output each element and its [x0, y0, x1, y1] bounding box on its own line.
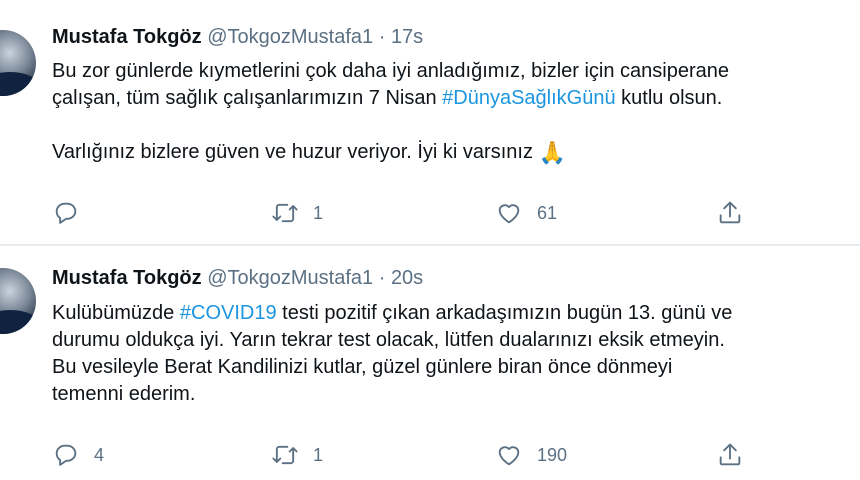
tweet-text: Bu zor günlerde kıymetlerini çok daha iy… — [52, 58, 860, 166]
hashtag-link[interactable]: #DünyaSağlıkGünü — [442, 87, 615, 109]
text-segment: durumu oldukça iyi. Yarın tekrar test ol… — [52, 329, 725, 351]
like-button[interactable]: 61 — [495, 198, 557, 228]
tweet-actions: 1 61 — [52, 198, 860, 228]
tweet-line: durumu oldukça iyi. Yarın tekrar test ol… — [52, 327, 860, 354]
separator: · — [378, 267, 386, 289]
like-button[interactable]: 190 — [495, 440, 567, 470]
share-button[interactable] — [716, 198, 744, 228]
text-segment: Kulübümüzde — [52, 302, 180, 324]
reply-count: 4 — [94, 444, 105, 465]
author-handle[interactable]: @TokgozMustafa1 — [207, 267, 373, 289]
tweet-actions: 4 1 190 — [52, 440, 860, 470]
tweet-text: Kulübümüzde #COVID19 testi pozitif çıkan… — [52, 300, 860, 408]
avatar[interactable] — [0, 30, 36, 96]
reply-icon — [55, 202, 77, 224]
tweet-header: Mustafa Tokgöz @TokgozMustafa1 · 17s — [52, 26, 423, 49]
text-segment: temenni ederim. — [52, 383, 196, 405]
text-segment: Bu vesileyle Berat Kandilinizi kutlar, g… — [52, 356, 673, 378]
avatar[interactable] — [0, 268, 36, 334]
tweet-line: Bu zor günlerde kıymetlerini çok daha iy… — [52, 58, 860, 85]
text-segment: Bu zor günlerde kıymetlerini çok daha iy… — [52, 60, 730, 82]
timestamp[interactable]: 17s — [391, 26, 423, 48]
author-name[interactable]: Mustafa Tokgöz — [52, 26, 202, 48]
separator: · — [378, 26, 386, 48]
tweet-1[interactable]: Mustafa Tokgöz @TokgozMustafa1 · 17s Bu … — [0, 0, 860, 244]
timestamp[interactable]: 20s — [391, 267, 423, 289]
reply-icon — [55, 444, 77, 466]
share-icon — [719, 201, 741, 224]
retweet-count: 1 — [313, 202, 324, 223]
heart-icon — [498, 446, 520, 466]
heart-icon — [498, 204, 520, 224]
line-break — [52, 112, 860, 139]
like-count: 61 — [537, 202, 558, 223]
retweet-button[interactable]: 1 — [271, 440, 323, 470]
tweet-line: çalışan, tüm sağlık çalışanlarımızın 7 N… — [52, 85, 860, 112]
tweet-line: Bu vesileyle Berat Kandilinizi kutlar, g… — [52, 354, 860, 381]
tweet-line: temenni ederim. — [52, 381, 860, 408]
share-button[interactable] — [716, 440, 744, 470]
tweet-2[interactable]: Mustafa Tokgöz @TokgozMustafa1 · 20s Kul… — [0, 246, 860, 480]
folded-hands-emoji: 🙏 — [538, 140, 567, 165]
tweet-line: Kulübümüzde #COVID19 testi pozitif çıkan… — [52, 300, 860, 327]
hashtag-link[interactable]: #COVID19 — [180, 302, 277, 324]
retweet-icon — [272, 203, 298, 223]
text-segment: kutlu olsun. — [615, 87, 723, 109]
retweet-button[interactable]: 1 — [271, 198, 323, 228]
author-name[interactable]: Mustafa Tokgöz — [52, 267, 202, 289]
retweet-icon — [272, 445, 298, 465]
tweet-header: Mustafa Tokgöz @TokgozMustafa1 · 20s — [52, 267, 423, 290]
like-count: 190 — [537, 444, 568, 465]
share-icon — [719, 443, 741, 466]
text-segment: çalışan, tüm sağlık çalışanlarımızın 7 N… — [52, 87, 443, 109]
text-segment: testi pozitif çıkan arkadaşımızın bugün … — [276, 302, 733, 324]
tweet-line: Varlığınız bizlere güven ve huzur veriyo… — [52, 139, 860, 166]
retweet-count: 1 — [313, 444, 324, 465]
reply-button[interactable] — [52, 198, 94, 228]
author-handle[interactable]: @TokgozMustafa1 — [207, 26, 373, 48]
text-segment: Varlığınız bizlere güven ve huzur veriyo… — [52, 141, 539, 163]
reply-button[interactable]: 4 — [52, 440, 104, 470]
